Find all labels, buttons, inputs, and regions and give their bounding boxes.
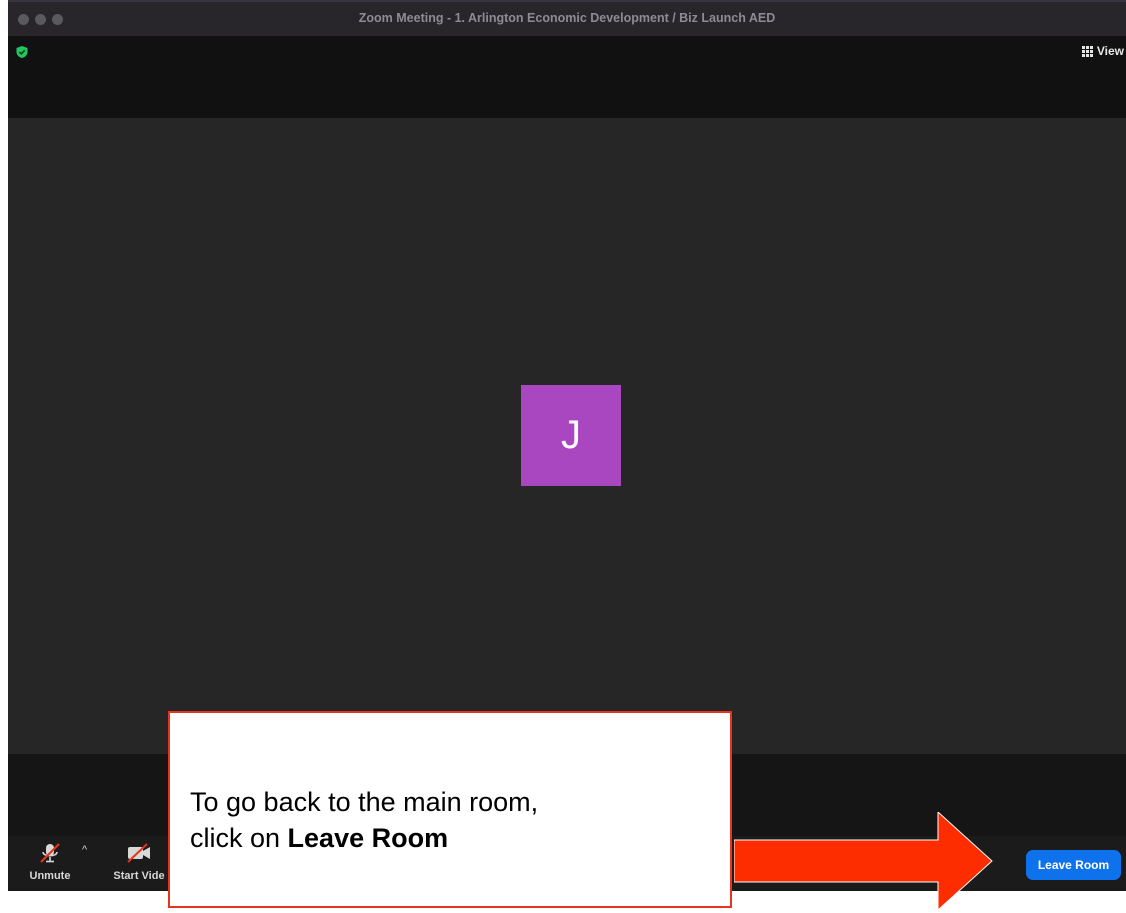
callout-line1: To go back to the main room, — [190, 787, 539, 817]
video-stage: J — [8, 118, 1126, 754]
view-label: View — [1096, 44, 1124, 58]
start-video-label: Start Vide — [113, 870, 165, 882]
view-button[interactable]: View — [1081, 44, 1124, 58]
grid-icon — [1081, 45, 1093, 57]
unmute-button[interactable]: Unmute — [28, 842, 72, 882]
callout-line2-prefix: click on — [190, 823, 288, 853]
participant-avatar: J — [521, 385, 621, 486]
pointer-arrow-icon — [734, 812, 993, 910]
unmute-label: Unmute — [29, 870, 71, 882]
window-title: Zoom Meeting - 1. Arlington Economic Dev… — [358, 11, 776, 25]
start-video-button[interactable]: Start Vide — [109, 842, 169, 882]
shield-check-icon[interactable] — [15, 45, 29, 59]
instruction-callout: To go back to the main room, click on Le… — [168, 711, 732, 908]
audio-options-caret[interactable]: ^ — [82, 844, 87, 856]
window-titlebar: Zoom Meeting - 1. Arlington Economic Dev… — [8, 0, 1126, 36]
meeting-top-bar: View — [8, 36, 1126, 118]
leave-room-button[interactable]: Leave Room — [1026, 850, 1121, 880]
callout-line2-bold: Leave Room — [287, 823, 449, 853]
callout-text: To go back to the main room, click on Le… — [190, 784, 538, 856]
video-muted-icon — [127, 843, 150, 863]
microphone-muted-icon — [40, 843, 60, 863]
